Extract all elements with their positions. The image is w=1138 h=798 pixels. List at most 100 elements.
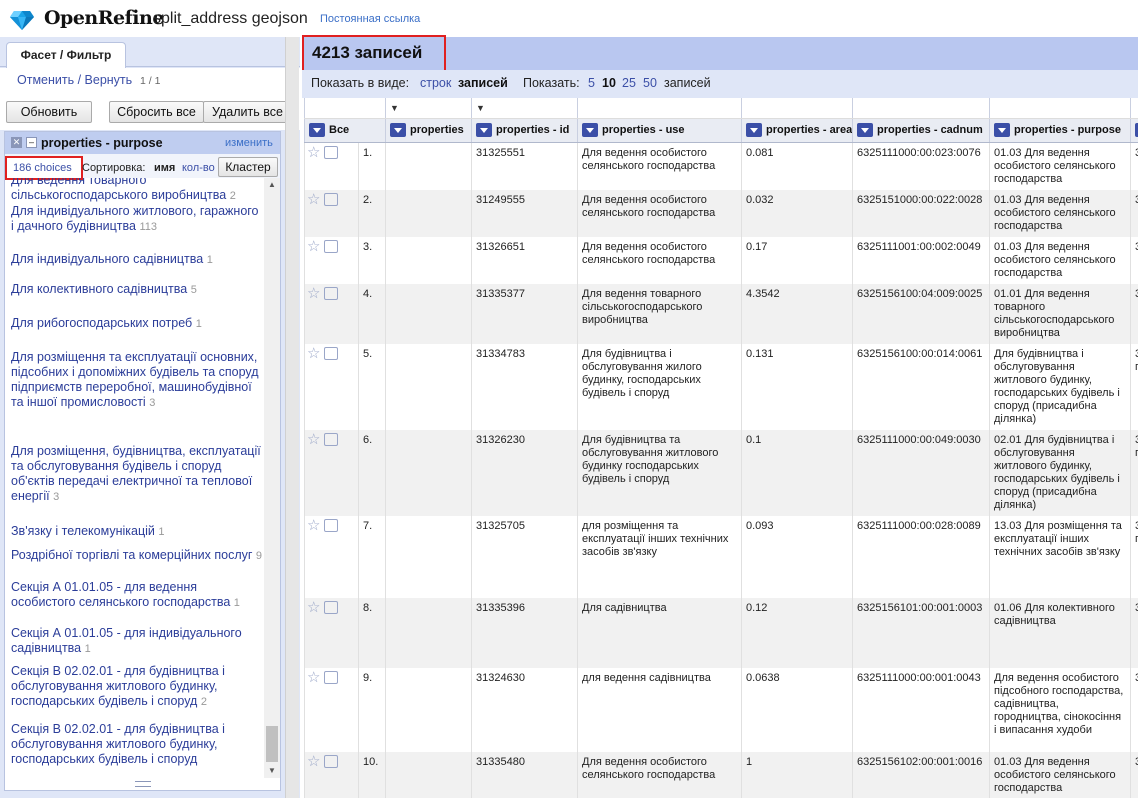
cell-use[interactable]: Для ведення особистого селянського госпо… — [577, 189, 742, 237]
cell-cadnum[interactable]: 6325111001:00:002:0049 — [852, 236, 990, 284]
cluster-button[interactable]: Кластер — [218, 157, 278, 177]
facet-choice[interactable]: Секція А 01.01.05 - для ведення особисто… — [11, 580, 263, 611]
cell-purpose[interactable]: 01.06 Для колективного садівництва — [989, 597, 1131, 668]
cell-extra[interactable]: 3 п — [1130, 283, 1138, 344]
facet-choice[interactable]: Для індивідуального житлового, гаражного… — [11, 204, 263, 235]
dropdown-icon[interactable] — [476, 123, 492, 137]
cell-use[interactable]: Для будівництва та обслуговування житлов… — [577, 429, 742, 516]
star-icon[interactable]: ☆ — [307, 144, 320, 161]
dropdown-icon[interactable] — [390, 123, 406, 137]
column-header[interactable] — [1130, 118, 1138, 143]
cell-area[interactable]: 0.093 — [741, 515, 853, 598]
page-size-25[interactable]: 25 — [622, 76, 636, 90]
dropdown-icon[interactable] — [582, 123, 598, 137]
cell-extra[interactable]: 3 п — [1130, 236, 1138, 284]
cell-extra[interactable]: 3 п — [1130, 667, 1138, 752]
facet-choice[interactable]: Секція В 02.02.01 - для будівництва і об… — [11, 722, 263, 768]
minimize-icon[interactable]: – — [26, 137, 37, 148]
facet-choice[interactable]: Для ведення товарного сільськогосподарсь… — [11, 178, 263, 204]
star-icon[interactable]: ☆ — [307, 345, 320, 362]
permalink-link[interactable]: Постоянная ссылка — [320, 13, 420, 25]
facet-choice-label[interactable]: Секція В 02.02.01 - для будівництва і об… — [11, 664, 225, 708]
cell-use[interactable]: Для садівництва — [577, 597, 742, 668]
facet-choice[interactable]: Для розміщення та експлуатації основних,… — [11, 350, 263, 411]
star-icon[interactable]: ☆ — [307, 238, 320, 255]
facet-choice[interactable]: Для індивідуального садівництва 1 — [11, 252, 263, 268]
cell-extra[interactable]: 3 п — [1130, 142, 1138, 190]
facet-choice-label[interactable]: Секція А 01.01.05 - для ведення особисто… — [11, 580, 230, 609]
scroll-thumb[interactable] — [266, 726, 278, 762]
cell-use[interactable]: Для ведення товарного сільськогосподарсь… — [577, 283, 742, 344]
dropdown-icon[interactable] — [309, 123, 325, 137]
column-header[interactable]: properties — [385, 118, 472, 143]
sort-by-name[interactable]: имя — [154, 162, 175, 174]
flag-icon[interactable] — [324, 600, 339, 614]
dropdown-icon[interactable] — [857, 123, 873, 137]
cell-use[interactable]: Для ведення особистого селянського госпо… — [577, 751, 742, 798]
cell-id[interactable]: 31325705 — [471, 515, 578, 598]
dropdown-icon[interactable] — [994, 123, 1010, 137]
column-header[interactable]: properties - id — [471, 118, 578, 143]
facet-choice-label[interactable]: Для розміщення, будівництва, експлуатаці… — [11, 444, 261, 503]
facet-choice-label[interactable]: Для індивідуального садівництва — [11, 252, 203, 266]
panel-splitter[interactable] — [285, 37, 299, 798]
cell-purpose[interactable]: 13.03 Для розміщення та експлуатації інш… — [989, 515, 1131, 598]
facet-choice[interactable]: Секція А 01.01.05 - для індивідуального … — [11, 626, 263, 657]
flag-icon[interactable] — [324, 432, 339, 446]
page-size-10[interactable]: 10 — [602, 76, 616, 90]
cell-purpose[interactable]: Для будівництва і обслуговування житлово… — [989, 343, 1131, 430]
cell-area[interactable]: 0.081 — [741, 142, 853, 190]
dropdown-icon[interactable] — [746, 123, 762, 137]
cell-properties[interactable] — [385, 429, 472, 516]
column-header[interactable]: properties - area — [741, 118, 853, 143]
group-toggle[interactable]: ▼ — [471, 98, 578, 119]
cell-purpose[interactable]: 02.01 Для будівництва і обслуговування ж… — [989, 429, 1131, 516]
scroll-up-icon[interactable]: ▲ — [264, 178, 280, 192]
cell-properties[interactable] — [385, 142, 472, 190]
star-icon[interactable]: ☆ — [307, 599, 320, 616]
cell-extra[interactable]: 3 т п е — [1130, 515, 1138, 598]
facet-choice[interactable]: Роздрібної торгівлі та комерційних послу… — [11, 548, 263, 564]
star-icon[interactable]: ☆ — [307, 431, 320, 448]
cell-id[interactable]: 31335480 — [471, 751, 578, 798]
reset-all-button[interactable]: Сбросить все — [109, 101, 204, 123]
cell-id[interactable]: 31335396 — [471, 597, 578, 668]
star-icon[interactable]: ☆ — [307, 285, 320, 302]
cell-purpose[interactable]: 01.03 Для ведення особистого селянського… — [989, 142, 1131, 190]
cell-id[interactable]: 31249555 — [471, 189, 578, 237]
flag-icon[interactable] — [324, 518, 339, 532]
cell-area[interactable]: 0.12 — [741, 597, 853, 668]
project-title[interactable]: split_address geojson — [153, 10, 308, 28]
flag-icon[interactable] — [324, 286, 339, 300]
cell-properties[interactable] — [385, 236, 472, 284]
cell-id[interactable]: 31325551 — [471, 142, 578, 190]
cell-id[interactable]: 31334783 — [471, 343, 578, 430]
choices-count-link[interactable]: 186 choices — [5, 156, 83, 180]
close-icon[interactable]: ✕ — [11, 137, 22, 148]
cell-extra[interactable]: 3 п — [1130, 751, 1138, 798]
cell-area[interactable]: 1 — [741, 751, 853, 798]
view-records-link[interactable]: записей — [458, 76, 508, 90]
cell-id[interactable]: 31335377 — [471, 283, 578, 344]
flag-icon[interactable] — [324, 346, 339, 360]
facet-choice-label[interactable]: Зв'язку і телекомунікацій — [11, 524, 155, 538]
facet-choice-label[interactable]: Секція В 02.02.01 - для будівництва і об… — [11, 722, 225, 766]
cell-extra[interactable]: 3 гр — [1130, 429, 1138, 516]
column-header[interactable]: properties - use — [577, 118, 742, 143]
cell-cadnum[interactable]: 6325111000:00:028:0089 — [852, 515, 990, 598]
cell-cadnum[interactable]: 6325151000:00:022:0028 — [852, 189, 990, 237]
refresh-button[interactable]: Обновить — [6, 101, 92, 123]
facet-choice[interactable]: Для рибогосподарських потреб 1 — [11, 316, 263, 332]
cell-id[interactable]: 31324630 — [471, 667, 578, 752]
facet-choice-label[interactable]: Для індивідуального житлового, гаражного… — [11, 204, 259, 233]
facet-choice[interactable]: Для колективного садівництва 5 — [11, 282, 263, 298]
cell-id[interactable]: 31326651 — [471, 236, 578, 284]
facet-choice-label[interactable]: Для ведення товарного сільськогосподарсь… — [11, 178, 226, 202]
facet-choice[interactable]: Для розміщення, будівництва, експлуатаці… — [11, 444, 263, 505]
cell-id[interactable]: 31326230 — [471, 429, 578, 516]
cell-area[interactable]: 4.3542 — [741, 283, 853, 344]
scroll-down-icon[interactable]: ▼ — [264, 764, 280, 778]
cell-properties[interactable] — [385, 751, 472, 798]
remove-all-button[interactable]: Удалить все — [203, 101, 292, 123]
view-rows-link[interactable]: строк — [420, 76, 451, 90]
